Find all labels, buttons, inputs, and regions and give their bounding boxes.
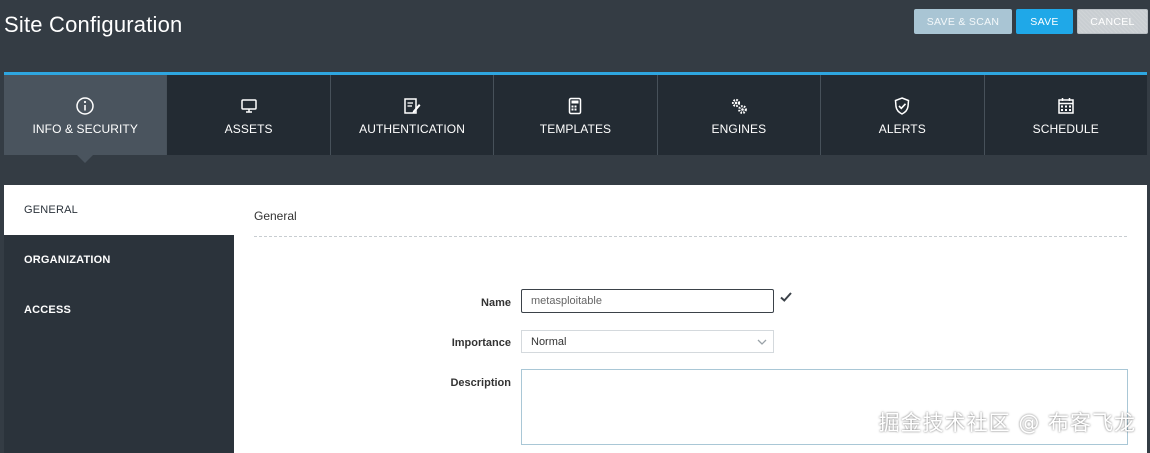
tab-label: TEMPLATES bbox=[539, 122, 612, 136]
tab-label: AUTHENTICATION bbox=[359, 122, 465, 136]
tab-schedule[interactable]: SCHEDULE bbox=[984, 75, 1147, 155]
watermark: 掘金技术社区 @ 布客飞龙 bbox=[878, 411, 1136, 435]
checkmark-icon bbox=[780, 292, 792, 302]
tab-label: ASSETS bbox=[224, 122, 273, 136]
tab-engines[interactable]: ENGINES bbox=[657, 75, 822, 155]
tab-label: INFO & SECURITY bbox=[32, 122, 138, 136]
edit-document-icon bbox=[402, 96, 422, 116]
sidebar-item-general[interactable]: GENERAL bbox=[4, 185, 234, 235]
shield-check-icon bbox=[892, 96, 912, 116]
tab-label: SCHEDULE bbox=[1032, 122, 1099, 136]
importance-value: Normal bbox=[531, 335, 567, 348]
site-configuration-page: Site Configuration SAVE & SCAN SAVE CANC… bbox=[0, 0, 1150, 453]
importance-label: Importance bbox=[451, 337, 511, 349]
header-actions: SAVE & SCAN SAVE CANCEL bbox=[914, 9, 1148, 34]
tab-authentication[interactable]: AUTHENTICATION bbox=[330, 75, 495, 155]
tab-assets[interactable]: ASSETS bbox=[167, 75, 331, 155]
section-title: General bbox=[254, 209, 1127, 237]
name-label: Name bbox=[481, 297, 511, 309]
sidebar-item-access[interactable]: ACCESS bbox=[4, 285, 234, 335]
config-tab-bar: INFO & SECURITY ASSETS AUTHENTICATION TE… bbox=[4, 72, 1147, 163]
save-and-scan-button[interactable]: SAVE & SCAN bbox=[914, 9, 1012, 34]
info-icon bbox=[75, 96, 95, 116]
importance-select[interactable]: Normal bbox=[521, 330, 774, 353]
tab-templates[interactable]: TEMPLATES bbox=[494, 75, 658, 155]
name-input[interactable]: metasploitable bbox=[521, 289, 774, 313]
sidebar-item-organization[interactable]: ORGANIZATION bbox=[4, 235, 234, 285]
save-button[interactable]: SAVE bbox=[1016, 9, 1073, 34]
calculator-icon bbox=[565, 96, 585, 116]
calendar-icon bbox=[1056, 96, 1076, 116]
page-title: Site Configuration bbox=[4, 12, 183, 37]
tab-alerts[interactable]: ALERTS bbox=[821, 75, 985, 155]
section-sidebar: GENERAL ORGANIZATION ACCESS bbox=[4, 185, 234, 453]
monitor-icon bbox=[239, 96, 259, 116]
gears-icon bbox=[729, 96, 749, 116]
description-label: Description bbox=[450, 377, 511, 389]
chevron-down-icon bbox=[757, 339, 767, 345]
cancel-button[interactable]: CANCEL bbox=[1077, 9, 1148, 34]
tab-label: ALERTS bbox=[878, 122, 926, 136]
tab-info-security[interactable]: INFO & SECURITY bbox=[4, 75, 168, 163]
tab-label: ENGINES bbox=[711, 122, 767, 136]
